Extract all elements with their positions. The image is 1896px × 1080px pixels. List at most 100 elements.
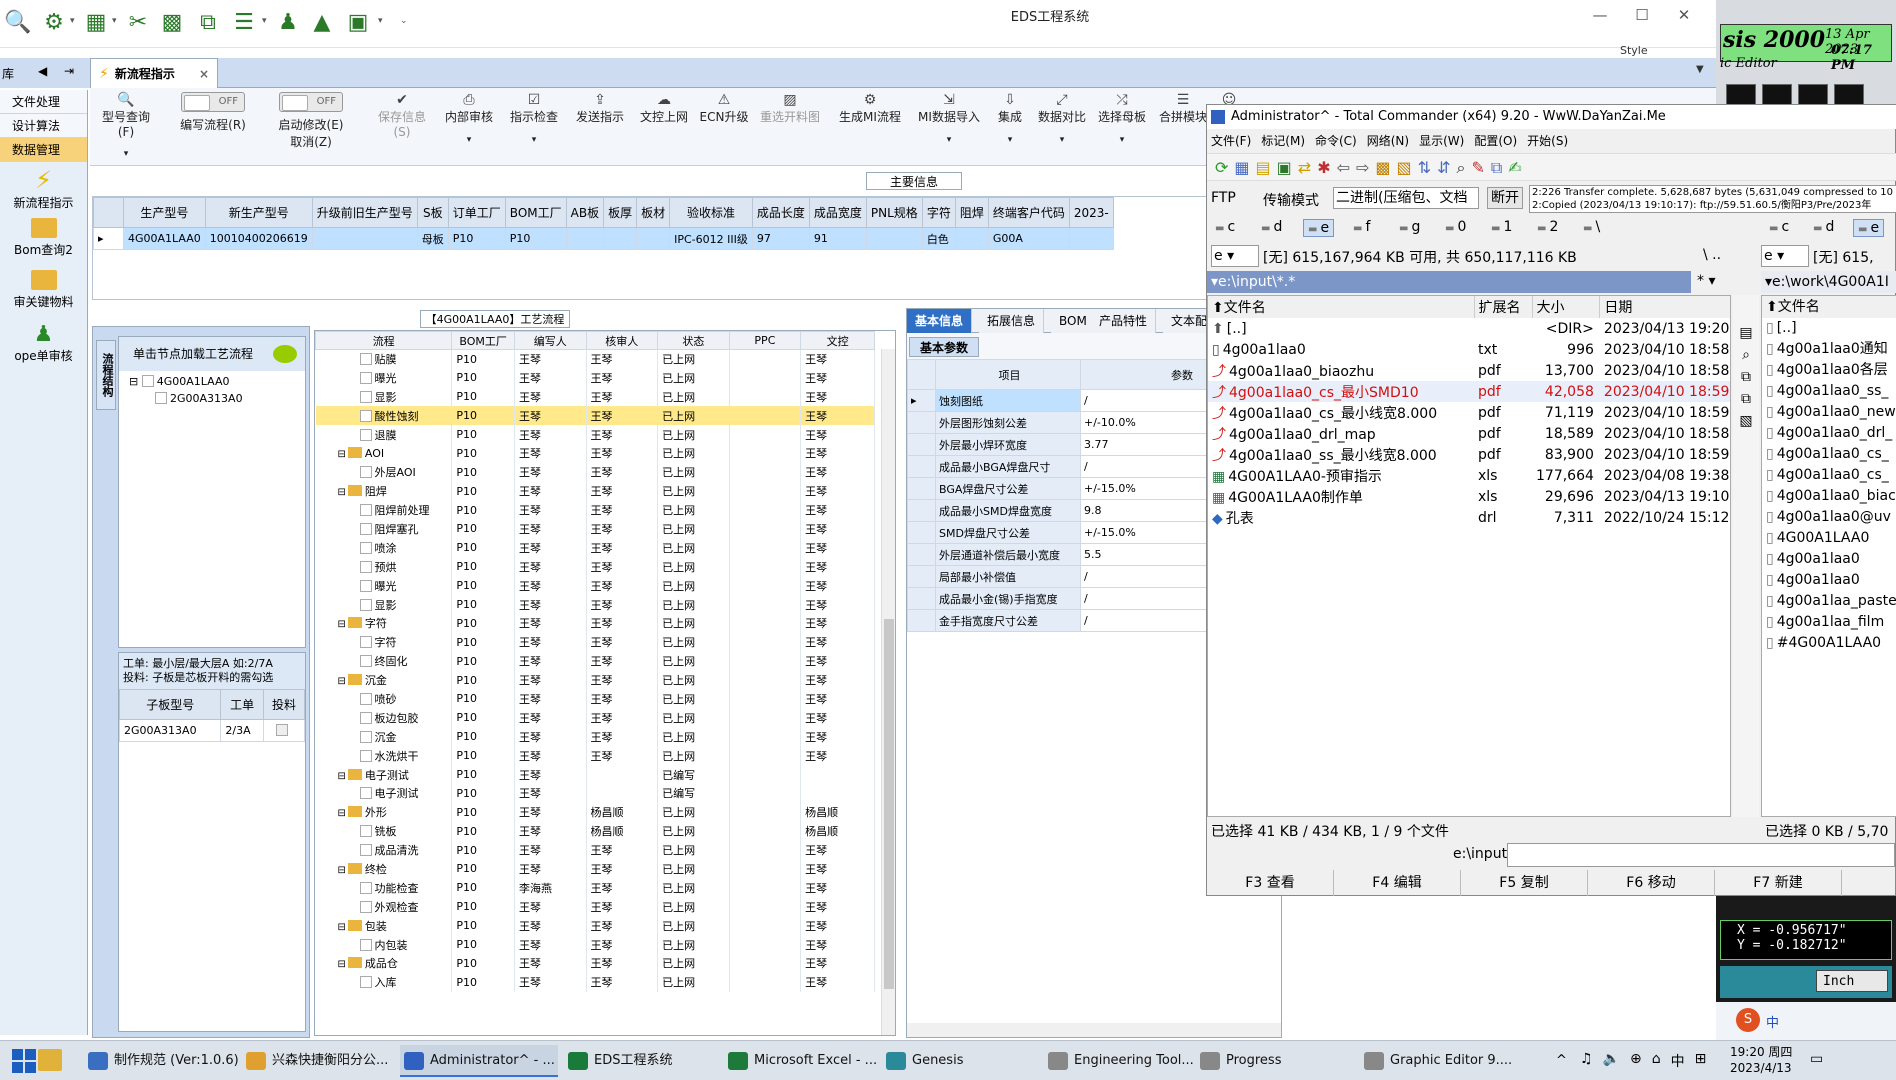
start-modify-toggle[interactable]: OFF 启动修改(E) 取消(Z) <box>266 92 356 150</box>
cell[interactable]: 王琴 <box>586 859 659 879</box>
film-icon[interactable]: ▩ <box>158 8 186 36</box>
flow-name-cell[interactable]: 入库 <box>315 972 453 992</box>
cell[interactable]: 王琴 <box>800 670 875 690</box>
file-name-cell[interactable]: ▦ 4G00A1LAA0制作单 <box>1208 486 1474 507</box>
col-header[interactable]: 新生产型号 <box>204 197 313 228</box>
cell[interactable]: 王琴 <box>586 916 659 936</box>
cell[interactable] <box>729 387 802 407</box>
menu-item[interactable]: 标记(M) <box>1261 131 1305 151</box>
file-row[interactable]: ▯ 4g00a1laa0 <box>1762 549 1896 570</box>
flow-name-cell[interactable]: 显影 <box>315 595 453 614</box>
taskbar-item[interactable]: Genesis <box>882 1045 1038 1077</box>
file-row[interactable]: ▦ 4G00A1LAA0制作单 xls 29,696 2023/04/13 19:10 <box>1208 486 1730 507</box>
cell[interactable]: 王琴 <box>586 670 659 690</box>
drive-button[interactable]: ▬ c <box>1211 219 1239 235</box>
cell[interactable] <box>729 613 802 633</box>
table-row[interactable]: 字符 P10 王琴 王琴 已上网 王琴 <box>315 632 875 652</box>
taskbar-item[interactable]: 制作规范 (Ver:1.0.6) <box>84 1045 239 1077</box>
table-row[interactable]: 酸性蚀刻 P10 王琴 王琴 已上网 王琴 <box>315 406 875 426</box>
cell[interactable] <box>729 368 802 388</box>
cell[interactable] <box>729 689 802 709</box>
chevron-down-icon[interactable]: ▾ <box>112 16 117 26</box>
cell[interactable]: 王琴 <box>514 387 587 407</box>
cell[interactable]: 已上网 <box>657 425 730 444</box>
ime-mode[interactable]: 中 <box>1671 1051 1685 1071</box>
cell[interactable]: 王琴 <box>514 538 587 558</box>
menu-item[interactable]: 开始(S) <box>1527 131 1568 151</box>
disconnect-button[interactable]: 断开 <box>1487 187 1523 209</box>
node-checkbox[interactable] <box>141 375 154 387</box>
tray-icon[interactable]: ⊕ <box>1630 1051 1642 1071</box>
table-row[interactable]: 曝光 P10 王琴 王琴 已上网 王琴 <box>315 368 875 388</box>
menu-item[interactable]: 网络(N) <box>1367 131 1409 151</box>
col-header[interactable]: ⬆文件名 <box>1208 296 1475 318</box>
table-row[interactable]: 显影 P10 王琴 王琴 已上网 王琴 <box>315 387 875 407</box>
cell[interactable]: 王琴 <box>800 613 875 633</box>
file-row[interactable]: ▯ 4g00a1laa0 txt 996 2023/04/10 18:58 <box>1208 339 1730 360</box>
cell[interactable]: P10 <box>451 840 515 860</box>
cell[interactable]: P10 <box>451 897 515 917</box>
flow-name-cell[interactable]: 喷涂 <box>315 538 453 558</box>
write-flow-toggle[interactable]: OFF 编写流程(R) <box>170 92 256 133</box>
cell[interactable]: 王琴 <box>586 349 659 369</box>
tree-node[interactable]: ⊟ 4G00A1LAA0 <box>129 375 295 388</box>
send-instruction-button[interactable]: ⇪ 发送指示 <box>568 92 632 125</box>
file-row[interactable]: ▯ 4g00a1laa_film <box>1762 612 1896 633</box>
prev-icon[interactable]: ◀ <box>38 64 47 78</box>
col-header[interactable]: 板厚 <box>603 197 638 228</box>
gen-mi-flow-button[interactable]: ⚙ 生成MI流程 <box>830 92 910 125</box>
cell[interactable]: 王琴 <box>586 878 659 898</box>
cell[interactable]: P10 <box>451 783 515 803</box>
cell[interactable]: P10 <box>451 595 515 614</box>
file-name-cell[interactable]: ⤴ 4g00a1laa0_ss_最小线宽8.000 <box>1208 444 1474 465</box>
root-icon[interactable]: \ .. <box>1703 247 1721 263</box>
taskbar-item[interactable]: Administrator^ - ... <box>400 1045 558 1077</box>
icons-view-icon[interactable]: ▦ <box>1234 158 1249 177</box>
cell[interactable]: 王琴 <box>586 557 659 577</box>
col-header[interactable]: 升级前旧生产型号 <box>311 197 418 228</box>
col-header[interactable]: 板材 <box>636 197 671 228</box>
table-row[interactable]: 贴膜 P10 王琴 王琴 已上网 王琴 <box>315 349 875 369</box>
drive-button[interactable]: ▬ 2 <box>1533 219 1562 235</box>
cell[interactable]: 王琴 <box>514 897 587 917</box>
cell[interactable] <box>729 783 802 803</box>
flow-name-cell[interactable]: 阻焊塞孔 <box>315 519 453 539</box>
cell[interactable]: 王琴 <box>514 727 587 747</box>
collapse-icon[interactable]: ⊟ <box>129 375 138 388</box>
file-row[interactable]: ▯ 4g00a1laa0@uv <box>1762 507 1896 528</box>
table-row[interactable]: 水洗烘干 P10 王琴 王琴 已上网 王琴 <box>315 746 875 766</box>
grid-icon[interactable]: ▦ <box>82 8 110 36</box>
cell[interactable]: 王琴 <box>514 765 587 784</box>
cell[interactable]: 王琴 <box>586 406 659 426</box>
table-row[interactable]: 电子测试 P10 王琴 已编写 <box>315 783 875 803</box>
file-row[interactable]: ▯ 4g00a1laa0_cs_ <box>1762 465 1896 486</box>
col-header[interactable]: BOM工厂 <box>451 331 515 350</box>
cell[interactable]: 杨昌顺 <box>586 821 659 841</box>
tray-app-icon[interactable]: ⊞ <box>1695 1051 1707 1071</box>
cell[interactable]: 97 <box>751 227 810 250</box>
cell[interactable]: 王琴 <box>800 746 875 766</box>
pack-icon[interactable]: ▩ <box>1375 158 1390 177</box>
flow-name-cell[interactable]: 功能检查 <box>315 878 453 898</box>
cell[interactable]: 王琴 <box>514 500 587 520</box>
cell[interactable] <box>729 897 802 917</box>
model-query-button[interactable]: 🔍 型号查询(F) ▾ <box>94 92 158 159</box>
cell[interactable]: 已上网 <box>657 878 730 898</box>
cell[interactable]: 杨昌顺 <box>800 802 875 822</box>
table-row[interactable]: 入库 P10 王琴 王琴 已上网 王琴 <box>315 972 875 992</box>
cell[interactable]: P10 <box>451 916 515 936</box>
cell[interactable] <box>729 878 802 898</box>
cell[interactable] <box>729 802 802 822</box>
cell[interactable]: 王琴 <box>514 840 587 860</box>
tree-node[interactable]: 2G00A313A0 <box>129 392 295 405</box>
table-row[interactable]: 成品清洗 P10 王琴 王琴 已上网 王琴 <box>315 840 875 860</box>
cell[interactable]: P10 <box>451 500 515 520</box>
col-header[interactable]: 字符 <box>921 197 956 228</box>
chevron-down-icon[interactable]: ▾ <box>70 16 75 26</box>
file-row[interactable]: ◆ 孔表 drl 7,311 2022/10/24 15:12 <box>1208 507 1730 528</box>
file-row[interactable]: ▯ 4g00a1laa0通知 <box>1762 339 1896 360</box>
cell[interactable] <box>729 576 802 596</box>
table-row[interactable]: 板边包胶 P10 王琴 王琴 已上网 王琴 <box>315 708 875 728</box>
process-structure-tab[interactable]: 流程结构 <box>96 340 116 410</box>
cell[interactable]: 王琴 <box>514 576 587 596</box>
